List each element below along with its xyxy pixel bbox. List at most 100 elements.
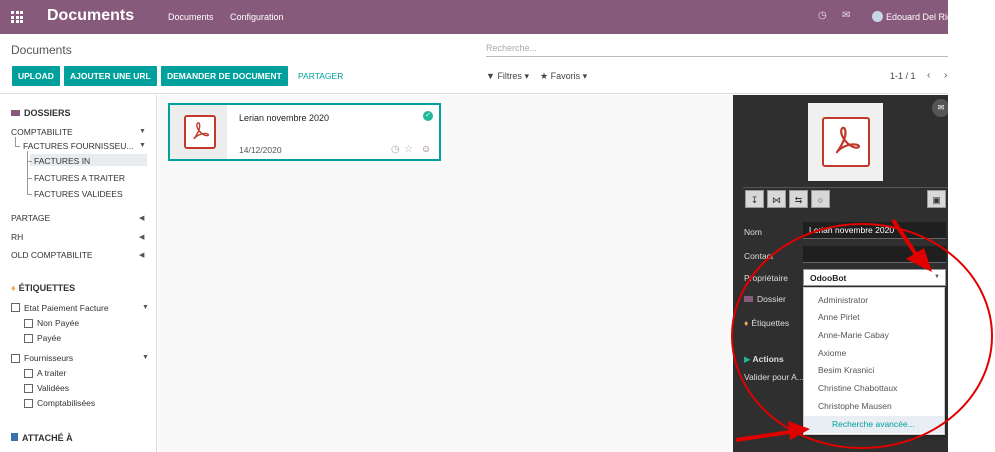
activity-clock-icon[interactable]: ◷ <box>391 144 400 155</box>
tree-line <box>27 178 32 179</box>
download-icon[interactable]: ↧ <box>745 190 764 208</box>
tag-checkbox[interactable] <box>11 354 20 363</box>
caret-down-icon[interactable]: ▼ <box>139 128 146 135</box>
tree-line <box>15 137 16 146</box>
menu-configuration[interactable]: Configuration <box>230 12 284 22</box>
folder-old-comptabilite[interactable]: OLD COMPTABILITE <box>11 250 93 260</box>
control-panel: Documents Recherche... UPLOAD AJOUTER UN… <box>0 34 948 94</box>
chevron-down-icon[interactable]: ▼ <box>934 274 940 280</box>
tag-a-traiter[interactable]: A traiter <box>37 368 66 378</box>
folder-factures-a-traiter[interactable]: FACTURES A TRAITER <box>34 173 125 183</box>
attachment-icon <box>11 433 18 441</box>
folder-factures-validees[interactable]: FACTURES VALIDEES <box>34 189 123 199</box>
favorite-star-icon[interactable]: ☆ <box>404 144 413 155</box>
pdf-file-icon <box>184 115 216 149</box>
tag-checkbox[interactable] <box>24 399 33 408</box>
caret-down-icon[interactable]: ▼ <box>142 304 149 311</box>
owner-field[interactable]: OdooBot ▼ <box>803 269 946 286</box>
document-preview[interactable] <box>808 103 883 181</box>
owner-value: OdooBot <box>810 273 847 283</box>
tree-line <box>27 151 28 194</box>
contact-label: Contact <box>744 251 774 261</box>
document-name: Lerian novembre 2020 <box>239 113 330 123</box>
search-input[interactable]: Recherche... <box>486 41 948 57</box>
owner-option[interactable]: Christophe Mausen <box>818 401 892 411</box>
menu-documents[interactable]: Documents <box>168 12 214 22</box>
pager-previous-icon[interactable]: ‹ <box>927 70 930 81</box>
name-label: Nom <box>744 227 762 237</box>
request-document-button[interactable]: DEMANDER DE DOCUMENT <box>161 66 288 86</box>
tag-checkbox[interactable] <box>24 384 33 393</box>
folder-factures-in[interactable]: FACTURES IN <box>34 156 90 166</box>
tag-category-etat-paiement[interactable]: Etat Paiement Facture <box>24 303 109 313</box>
caret-down-icon[interactable]: ▼ <box>139 142 146 149</box>
advanced-search-option[interactable]: Recherche avancée... <box>804 416 944 433</box>
user-menu[interactable]: Edouard Del Rio <box>886 12 952 22</box>
pager-value: 1-1 / 1 <box>890 71 916 81</box>
folder-factures-fournisseurs[interactable]: FACTURES FOURNISSEU... <box>23 141 134 151</box>
name-field[interactable]: Lerian novembre 2020 <box>803 222 946 239</box>
divider <box>743 187 948 188</box>
tag-icon: ♦ <box>11 283 16 293</box>
owner-option[interactable]: Axiome <box>818 348 846 358</box>
folder-comptabilite[interactable]: COMPTABILITE <box>11 127 73 137</box>
pager-next-icon[interactable]: › <box>944 70 947 81</box>
owner-option[interactable]: Christine Chabottaux <box>818 383 897 393</box>
apps-menu-icon[interactable] <box>11 11 23 23</box>
owner-option[interactable]: Anne-Marie Cabay <box>818 330 889 340</box>
tag-comptabilisees[interactable]: Comptabilisées <box>37 398 95 408</box>
folders-header: DOSSIERS <box>11 108 71 118</box>
documents-kanban: Lerian novembre 2020 14/12/2020 ✓ ◷ ☆ ☺ <box>158 95 733 452</box>
folder-rh[interactable]: RH <box>11 232 23 242</box>
caret-left-icon[interactable]: ◀ <box>139 214 144 222</box>
tag-validees[interactable]: Validées <box>37 383 69 393</box>
actions-label[interactable]: ▶ Actions <box>744 354 784 365</box>
owner-label: Propriétaire <box>744 273 788 283</box>
tag-payee[interactable]: Payée <box>37 333 61 343</box>
tree-line <box>27 194 32 195</box>
share-icon[interactable]: ⋈ <box>767 190 786 208</box>
tag-icon: ♦ <box>744 318 749 328</box>
app-title: Documents <box>47 7 135 24</box>
folder-icon <box>744 296 753 302</box>
tree-line <box>15 146 20 147</box>
archive-icon[interactable]: ▣ <box>927 190 946 208</box>
avatar[interactable] <box>872 11 883 22</box>
contact-field[interactable] <box>803 246 946 263</box>
lock-icon[interactable]: ○ <box>811 190 830 208</box>
top-navbar: Documents Documents Configuration ◷ ✉ Ed… <box>0 0 952 34</box>
caret-down-icon[interactable]: ▼ <box>142 354 149 361</box>
filters-dropdown[interactable]: ▼ Filtres ▾ <box>486 71 529 82</box>
document-thumbnail[interactable] <box>170 105 227 159</box>
favorites-dropdown[interactable]: ★ Favoris ▾ <box>540 71 587 82</box>
tag-category-fournisseurs[interactable]: Fournisseurs <box>24 353 73 363</box>
tags-header: ♦ ÉTIQUETTES <box>11 283 76 293</box>
owner-avatar-icon: ☺ <box>421 144 432 155</box>
folder-icon <box>11 110 20 116</box>
replace-icon[interactable]: ⇆ <box>789 190 808 208</box>
tag-checkbox[interactable] <box>24 369 33 378</box>
tag-checkbox[interactable] <box>24 334 33 343</box>
folder-partage[interactable]: PARTAGE <box>11 213 50 223</box>
caret-left-icon[interactable]: ◀ <box>139 251 144 259</box>
owner-option[interactable]: Anne Pirlet <box>818 312 860 322</box>
blank-margin <box>948 0 995 452</box>
upload-button[interactable]: UPLOAD <box>12 66 60 86</box>
pdf-file-icon <box>822 117 870 167</box>
messages-icon[interactable]: ✉ <box>842 10 850 21</box>
tag-non-payee[interactable]: Non Payée <box>37 318 79 328</box>
add-url-button[interactable]: AJOUTER UNE URL <box>64 66 157 86</box>
breadcrumb: Documents <box>11 43 72 57</box>
tag-checkbox[interactable] <box>11 303 20 312</box>
owner-option[interactable]: Administrator <box>818 295 868 305</box>
document-card[interactable]: Lerian novembre 2020 14/12/2020 ✓ ◷ ☆ ☺ <box>168 103 441 161</box>
document-date: 14/12/2020 <box>239 145 282 155</box>
expand-triangle-icon: ▶ <box>744 354 751 364</box>
validate-action[interactable]: Valider pour A... <box>744 372 804 382</box>
favorites-label: Favoris <box>550 71 581 81</box>
caret-left-icon[interactable]: ◀ <box>139 233 144 241</box>
activity-clock-icon[interactable]: ◷ <box>818 10 827 21</box>
share-button[interactable]: PARTAGER <box>292 66 349 86</box>
owner-option[interactable]: Besim Krasnici <box>818 365 874 375</box>
tag-checkbox[interactable] <box>24 319 33 328</box>
